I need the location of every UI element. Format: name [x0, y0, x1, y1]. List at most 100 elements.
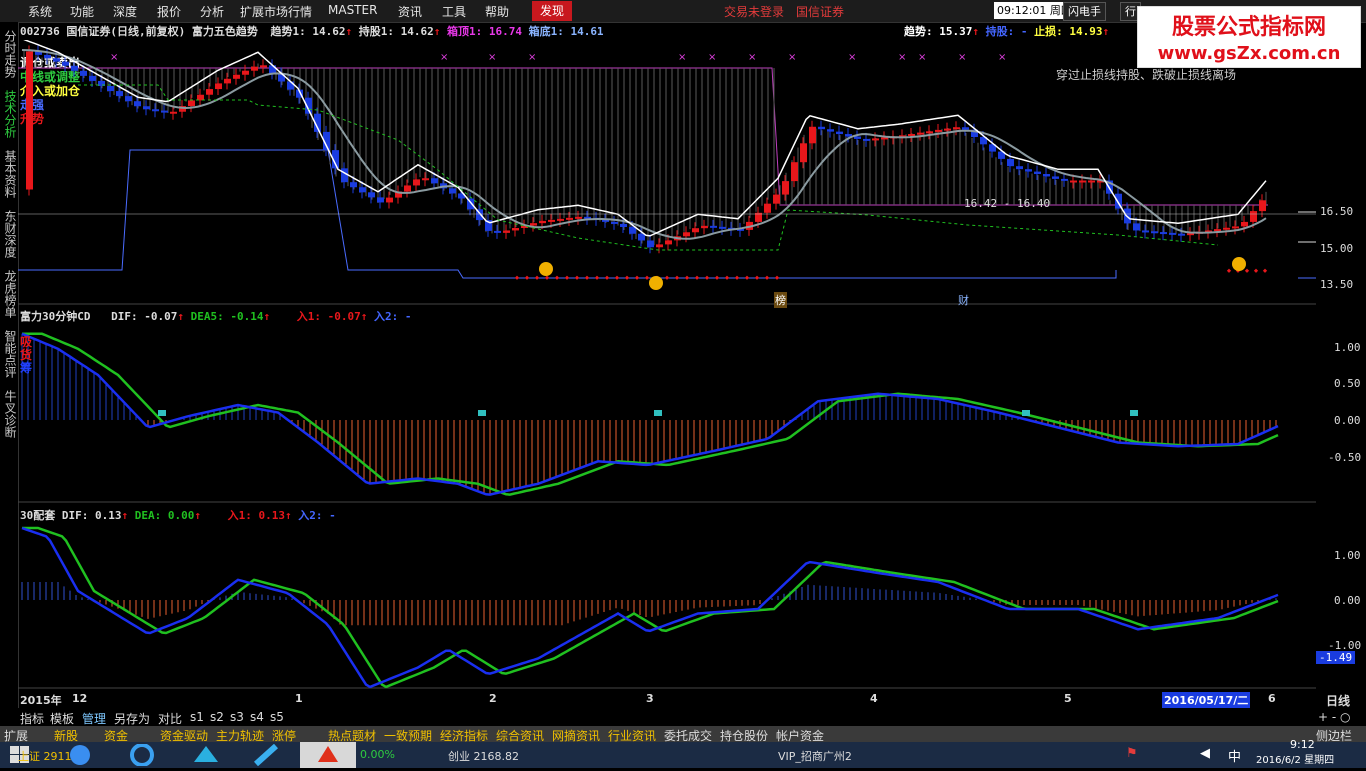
candle-body: [152, 109, 159, 112]
taskbar: 上证 2911 0.00% 创业 2168.82 VIP_招商广州2 9:12 …: [0, 738, 1366, 768]
tool-compare[interactable]: 对比: [158, 710, 182, 727]
candle-body: [548, 219, 555, 222]
tool-s1[interactable]: s1: [190, 710, 204, 724]
candle-body: [62, 61, 69, 66]
menu-news[interactable]: 资讯: [398, 3, 422, 20]
candle-body: [701, 225, 708, 229]
tool-template[interactable]: 模板: [50, 710, 74, 727]
marker-cai[interactable]: 财: [958, 292, 969, 308]
tool-s4[interactable]: s4: [250, 710, 264, 724]
panel3-dea: DEA: 0.00: [134, 509, 195, 522]
marker-bang[interactable]: 榜: [774, 292, 787, 308]
volume-icon[interactable]: ◀: [1200, 746, 1210, 761]
cd-marker: [1130, 410, 1138, 416]
tool-s5[interactable]: s5: [270, 710, 284, 724]
broker-link[interactable]: 国信证券: [796, 3, 844, 20]
candle-body: [863, 138, 870, 141]
candle-body: [611, 221, 618, 224]
panel2-in1: 入1: -0.07: [296, 310, 361, 323]
tab-basic-info[interactable]: 基本资料: [2, 150, 17, 198]
candle-body: [422, 178, 429, 181]
tool-s2[interactable]: s2: [210, 710, 224, 724]
tool-manage[interactable]: 管理: [82, 710, 106, 727]
panel2-name[interactable]: 富力30分钟CD: [20, 310, 91, 323]
main-chart-header-right: 趋势: 15.37↑ 持股: - 止损: 14.93↑: [904, 25, 1110, 38]
menu-function[interactable]: 功能: [70, 3, 94, 20]
candle-body: [368, 192, 375, 198]
hold-value: 持股: -: [985, 25, 1028, 38]
date-6: 6: [1268, 692, 1276, 705]
menu-master[interactable]: MASTER: [328, 3, 377, 17]
tab-technical[interactable]: 技术分析: [2, 90, 17, 138]
candle-body: [782, 181, 789, 195]
app-icon-4[interactable]: [250, 744, 282, 766]
indicator-toolbar: 指标 模板 管理 另存为 对比 s1 s2 s3 s4 s5 + - ○: [18, 708, 1366, 726]
signal-dot: [604, 275, 610, 280]
candle-body: [953, 127, 960, 130]
cd-marker: [1022, 410, 1030, 416]
candle-body: [710, 225, 717, 228]
signal-dot: [534, 275, 540, 280]
indicator-name[interactable]: 富力五色趋势: [192, 25, 258, 38]
x-marker: ×: [440, 52, 448, 63]
axis-p2-050: 0.50: [1334, 377, 1361, 390]
dif-line: [21, 526, 1279, 689]
candle-body: [818, 126, 825, 130]
tab-eastmoney-depth[interactable]: 东财深度: [2, 210, 17, 258]
menu-ext-market[interactable]: 扩展市场行情: [240, 3, 312, 20]
ie-icon[interactable]: [126, 744, 158, 766]
tab-diagnosis[interactable]: 牛叉诊断: [2, 390, 17, 438]
signal-dot: [744, 275, 750, 280]
tool-s3[interactable]: s3: [230, 710, 244, 724]
kline-chart[interactable]: × × × × × × × × × × × × ×: [18, 40, 1316, 692]
ticker-cy: 创业 2168.82: [448, 750, 519, 763]
tab-dragon-tiger[interactable]: 龙虎榜单: [2, 270, 17, 318]
signal-dot: [774, 275, 780, 280]
tool-save-as[interactable]: 另存为: [114, 710, 150, 727]
candle-body: [530, 223, 537, 226]
x-marker: ×: [898, 52, 906, 63]
candle-body: [1232, 226, 1239, 229]
tab-smart-review[interactable]: 智能点评: [2, 330, 17, 378]
discover-button[interactable]: 发现: [532, 1, 572, 21]
tool-indicator[interactable]: 指标: [20, 710, 44, 727]
candle-body: [107, 86, 114, 92]
flag-icon[interactable]: ⚑: [1126, 746, 1138, 761]
menu-tools[interactable]: 工具: [442, 3, 466, 20]
candle-body: [944, 128, 951, 131]
flash-trade-button[interactable]: 闪电手: [1063, 2, 1106, 21]
signal-dot: [544, 275, 550, 280]
candle-body: [1223, 227, 1230, 230]
period-label[interactable]: 日线: [1326, 692, 1350, 709]
zoom-controls[interactable]: + - ○: [1318, 710, 1350, 724]
buy-signal-icon: [539, 262, 553, 276]
candle-body: [1052, 176, 1059, 179]
ime-icon[interactable]: 中: [1228, 746, 1241, 765]
app-active[interactable]: [300, 742, 356, 768]
panel2-header: 富力30分钟CD DIF: -0.07↑ DEA5: -0.14↑ 入1: -0…: [20, 310, 412, 323]
date-3: 3: [646, 692, 654, 705]
menu-depth[interactable]: 深度: [113, 3, 137, 20]
candle-body: [413, 179, 420, 186]
candle-body: [809, 126, 816, 144]
signal-dot: [634, 275, 640, 280]
menu-quote[interactable]: 报价: [157, 3, 181, 20]
candle-body: [1142, 230, 1149, 233]
panel3-name[interactable]: 30配套: [20, 509, 55, 522]
menu-system[interactable]: 系统: [28, 3, 52, 20]
panel2-in2: 入2: -: [373, 310, 412, 323]
candle-body: [773, 194, 780, 204]
tray-date: 2016/6/2 星期四: [1256, 755, 1335, 766]
panel3-current-value: -1.49: [1316, 651, 1356, 664]
candle-body: [719, 226, 726, 229]
tab-timeshare[interactable]: 分时走势: [2, 30, 17, 78]
menu-help[interactable]: 帮助: [485, 3, 509, 20]
vip-label: VIP_招商广州2: [778, 750, 852, 763]
signal-dot: [754, 275, 760, 280]
candle-body: [233, 74, 240, 79]
menu-analysis[interactable]: 分析: [200, 3, 224, 20]
candle-body: [53, 58, 60, 62]
candle-body: [854, 136, 861, 139]
app-icon-3[interactable]: [190, 744, 222, 766]
trade-login-link[interactable]: 交易未登录: [724, 3, 784, 20]
